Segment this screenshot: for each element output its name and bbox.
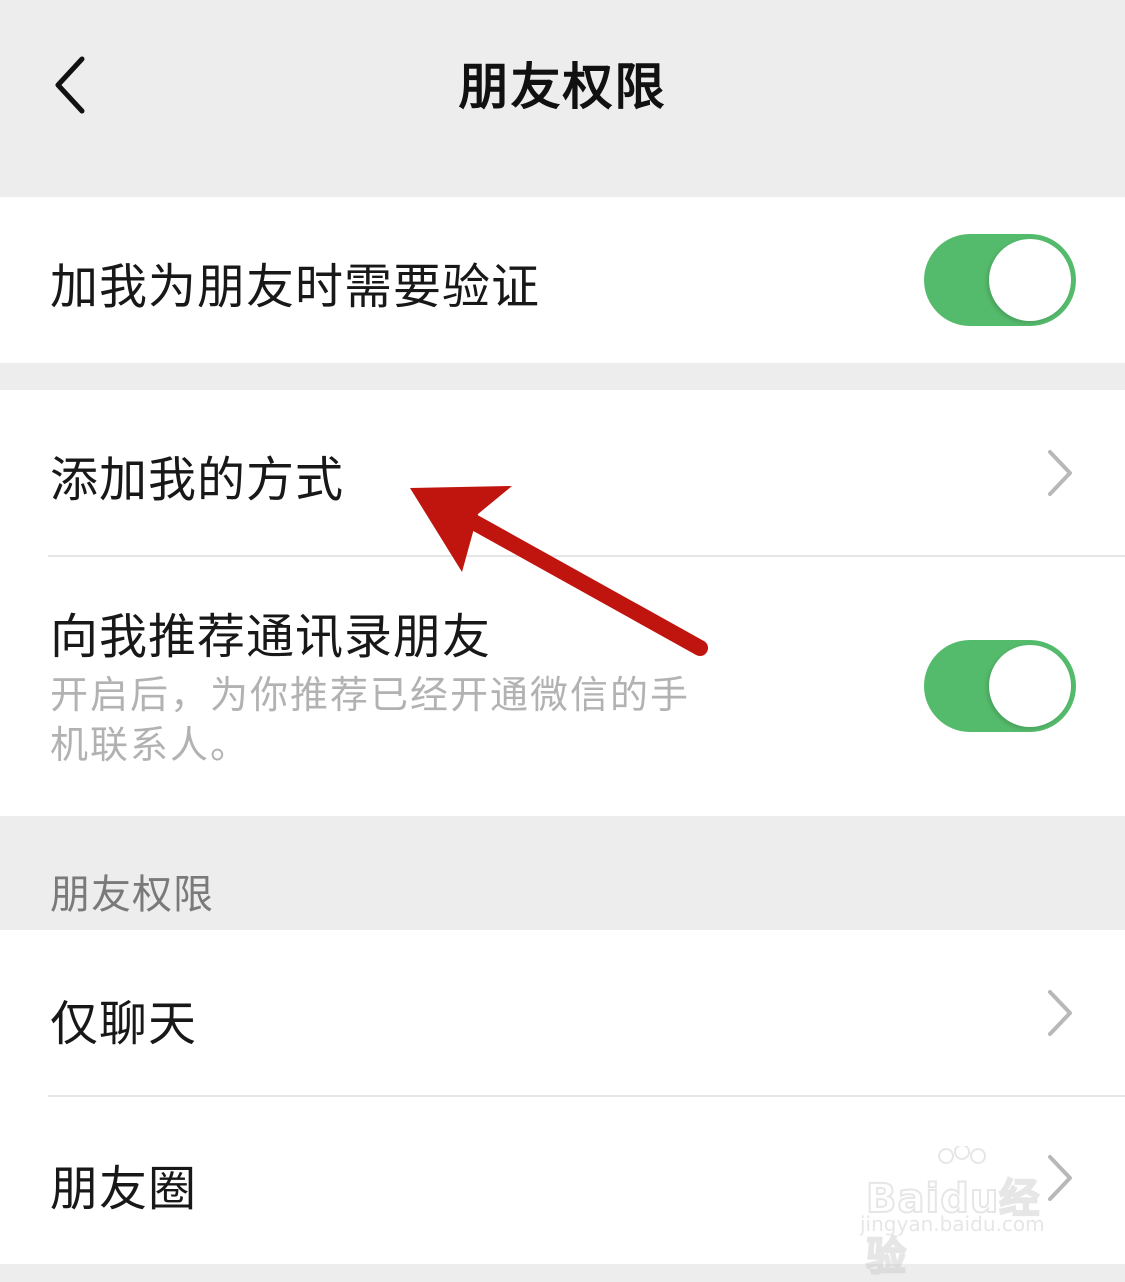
settings-group-verify: 加我为朋友时需要验证 [0, 197, 1125, 363]
nav-bar: 朋友权限 [0, 0, 1125, 196]
recommend-contacts-label: 向我推荐通讯录朋友 [50, 609, 492, 665]
recommend-contacts-row[interactable]: 向我推荐通讯录朋友 开启后，为你推荐已经开通微信的手机联系人。 [0, 557, 1125, 816]
add-me-methods-label: 添加我的方式 [50, 452, 345, 508]
page-title: 朋友权限 [458, 58, 667, 116]
toggle-knob [989, 239, 1071, 321]
chat-only-label: 仅聊天 [50, 996, 198, 1052]
moments-label: 朋友圈 [50, 1161, 198, 1217]
settings-group-friend-permissions: 仅聊天 朋友圈 [0, 930, 1125, 1264]
chevron-right-icon [1048, 990, 1072, 1036]
settings-group-discovery: 添加我的方式 向我推荐通讯录朋友 开启后，为你推荐已经开通微信的手机联系人。 [0, 390, 1125, 816]
moments-row[interactable]: 朋友圈 [0, 1097, 1125, 1264]
verify-when-add-toggle[interactable] [924, 234, 1076, 326]
chevron-right-icon [1048, 1155, 1072, 1201]
toggle-knob [989, 645, 1071, 727]
recommend-contacts-description: 开启后，为你推荐已经开通微信的手机联系人。 [50, 673, 691, 767]
chevron-right-icon [1048, 450, 1072, 496]
verify-when-add-row[interactable]: 加我为朋友时需要验证 [0, 197, 1125, 363]
section-header-friend-permissions: 朋友权限 [50, 872, 214, 918]
recommend-contacts-toggle[interactable] [924, 640, 1076, 732]
chat-only-row[interactable]: 仅聊天 [0, 930, 1125, 1095]
add-me-methods-row[interactable]: 添加我的方式 [0, 390, 1125, 555]
verify-when-add-label: 加我为朋友时需要验证 [50, 259, 541, 315]
